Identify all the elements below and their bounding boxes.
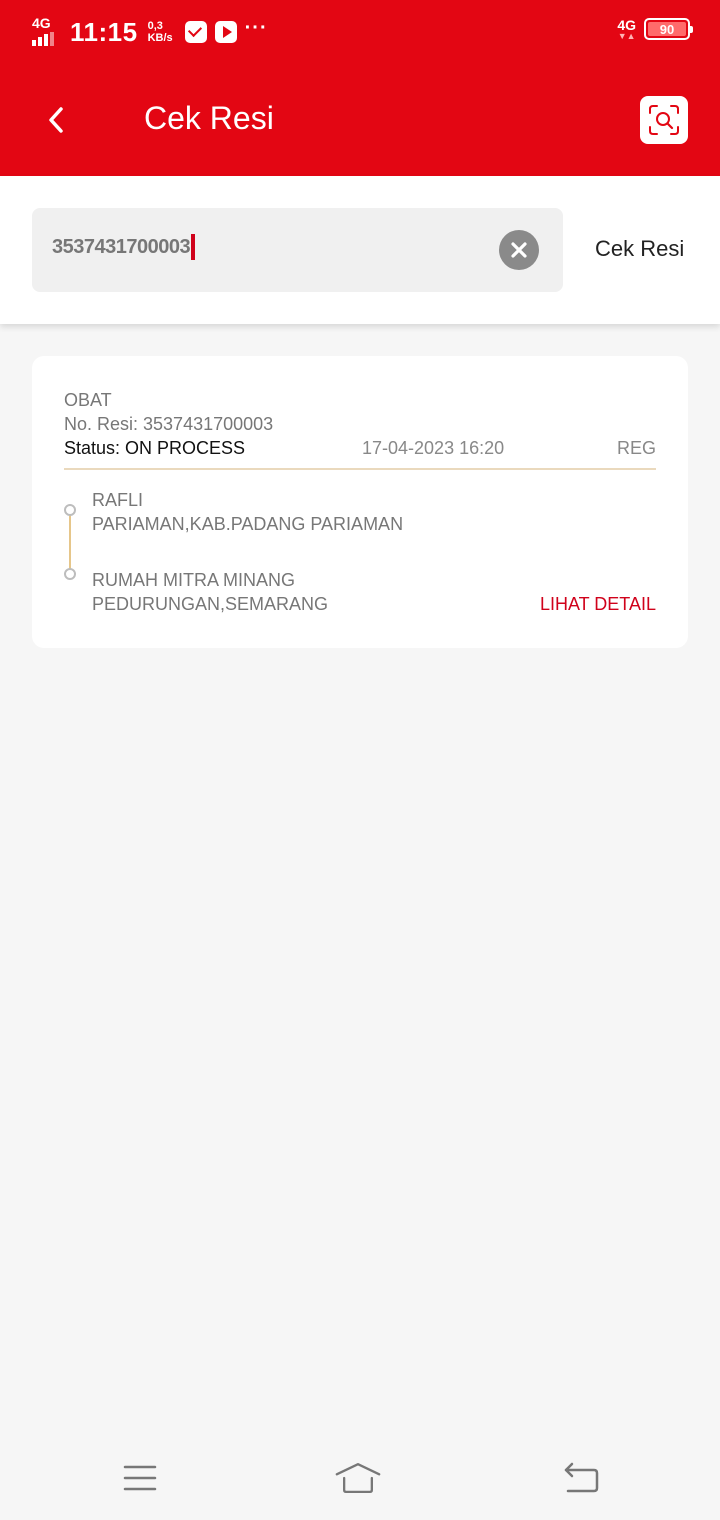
lihat-detail-link[interactable]: LIHAT DETAIL [540, 594, 656, 615]
shipment-category: OBAT [64, 390, 112, 410]
close-circle-icon [511, 242, 527, 258]
resi-number: No. Resi: 3537431700003 [64, 414, 274, 434]
network-speed: 0,3 KB/s [147, 20, 173, 44]
more-notifications-icon: ··· [244, 16, 268, 39]
timeline-dot-receiver [64, 568, 76, 580]
cek-resi-button[interactable]: Cek Resi [595, 236, 684, 262]
cellular-signal-icon-right: 4G ▼▲ [617, 17, 636, 41]
scan-button[interactable] [640, 96, 688, 144]
home-button[interactable] [334, 1456, 382, 1500]
timeline-line [69, 514, 71, 570]
back-nav-button[interactable] [556, 1456, 604, 1500]
receiver-address: PEDURUNGAN,SEMARANG [92, 594, 329, 614]
battery-icon: 90 [644, 18, 693, 40]
app-header: 4G 11:15 0,3 KB/s ··· 4G ▼▲ 90 Cek Resi [0, 0, 720, 176]
status-bar: 4G 11:15 0,3 KB/s ··· 4G ▼▲ 90 [0, 0, 720, 64]
shipment-card[interactable]: OBAT No. Resi: 3537431700003 Status: ON … [32, 356, 688, 648]
battery-level: 90 [648, 22, 686, 37]
sender-name: RAFLI [92, 490, 144, 510]
resi-search-field[interactable]: 3537431700003 [32, 208, 563, 292]
shipment-status: Status: ON PROCESS [64, 438, 246, 458]
home-icon [335, 1463, 381, 1493]
chevron-left-icon [49, 107, 63, 133]
search-section: 3537431700003 Cek Resi [0, 176, 720, 324]
system-nav-bar [0, 1436, 720, 1520]
text-caret [191, 234, 196, 260]
timeline-dot-sender [64, 504, 76, 516]
clear-button[interactable] [499, 230, 539, 270]
back-button[interactable] [36, 96, 76, 144]
page-title: Cek Resi [144, 100, 274, 136]
service-type: REG [616, 438, 656, 458]
shipment-date: 17-04-2023 16:20 [362, 438, 505, 458]
receiver-name: RUMAH MITRA MINANG [92, 570, 296, 590]
menu-button[interactable] [116, 1456, 164, 1500]
resi-input[interactable]: 3537431700003 [52, 234, 196, 260]
status-time: 11:15 [70, 16, 138, 47]
back-icon [564, 1462, 599, 1493]
notification-mail-icon [184, 21, 207, 43]
resi-input-value: 3537431700003 [52, 235, 191, 258]
notification-youtube-icon [214, 21, 237, 43]
menu-icon [123, 1465, 157, 1491]
cellular-signal-icon: 4G [30, 16, 62, 48]
divider [64, 468, 656, 470]
scan-search-icon [649, 105, 679, 135]
sender-address: PARIAMAN,KAB.PADANG PARIAMAN [92, 514, 404, 534]
